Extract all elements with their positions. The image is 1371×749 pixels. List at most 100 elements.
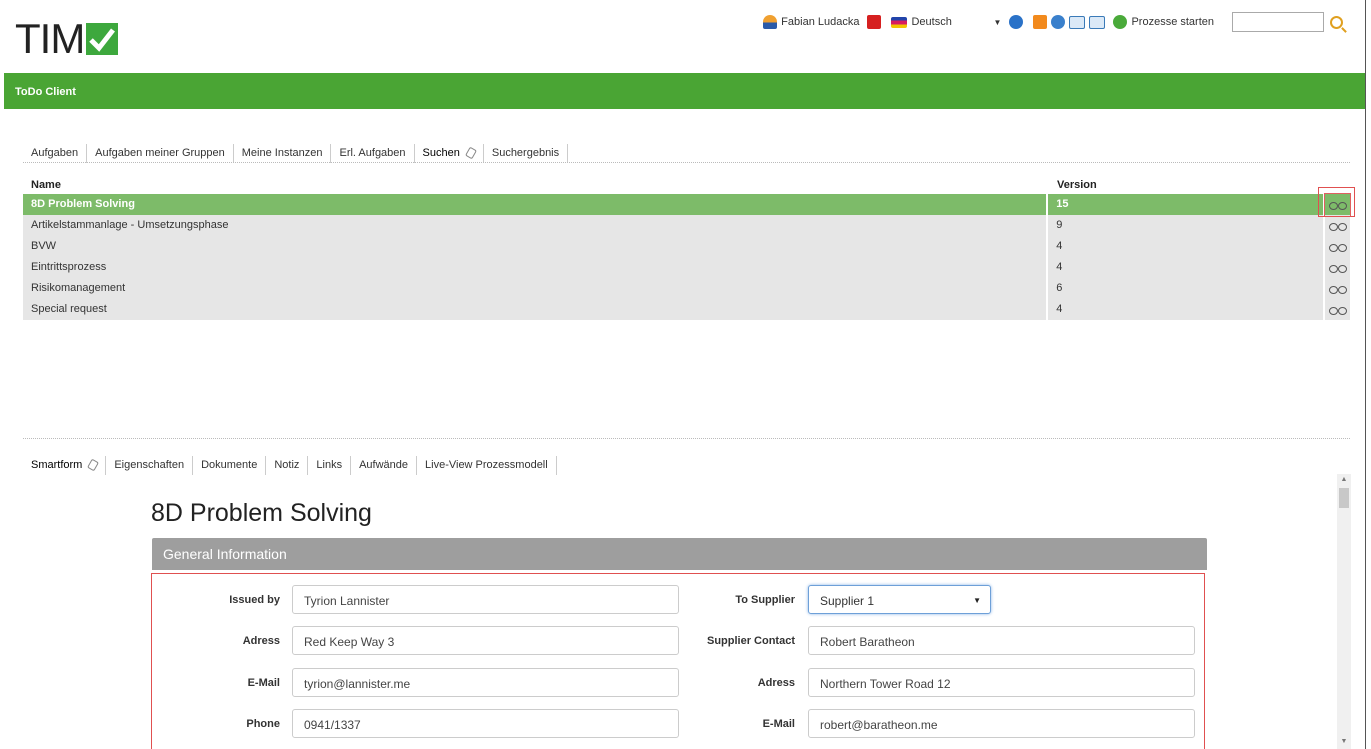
- email-field[interactable]: tyrion@lannister.me: [292, 668, 679, 697]
- search-input[interactable]: [1232, 12, 1324, 32]
- to-supplier-value: Supplier 1: [820, 594, 875, 608]
- glasses-icon: [1328, 263, 1347, 273]
- table-header: Name Version: [23, 175, 1350, 194]
- tab-live-view[interactable]: Live-View Prozessmodell: [417, 456, 557, 475]
- language-select[interactable]: Deutsch ▼: [891, 16, 1001, 28]
- table-row[interactable]: BVW 4: [23, 236, 1350, 257]
- pane-divider: [23, 438, 1350, 439]
- adress-field[interactable]: Red Keep Way 3: [292, 626, 679, 655]
- tab-smartform-label: Smartform: [31, 459, 83, 471]
- tab-smartform[interactable]: Smartform: [23, 456, 107, 475]
- chevron-down-icon: ▼: [993, 17, 1002, 27]
- cell-name: 8D Problem Solving: [23, 194, 1047, 215]
- logo-text: TIM: [15, 15, 85, 62]
- adress-label: Adress: [242, 635, 280, 647]
- table-row[interactable]: 8D Problem Solving 15: [23, 193, 1351, 216]
- app-title-bar: ToDo Client: [4, 73, 1365, 109]
- view-action[interactable]: [1325, 278, 1350, 299]
- glasses-icon: [1328, 221, 1347, 231]
- scroll-down-icon[interactable]: ▼: [1337, 738, 1351, 745]
- supplier-email-field[interactable]: robert@baratheon.me: [808, 709, 1195, 738]
- tim-logo[interactable]: TIM: [15, 15, 119, 62]
- tab-efforts[interactable]: Aufwände: [351, 456, 418, 475]
- cell-name: Special request: [23, 299, 1047, 320]
- main-tabs: Aufgaben Aufgaben meiner Gruppen Meine I…: [23, 144, 569, 163]
- help-icon[interactable]: [1051, 15, 1066, 29]
- user-icon: [763, 15, 778, 29]
- tab-note[interactable]: Notiz: [266, 456, 309, 475]
- supplier-contact-label: Supplier Contact: [706, 635, 795, 647]
- start-process-icon[interactable]: [1113, 15, 1128, 29]
- table-row[interactable]: Eintrittsprozess 4: [23, 257, 1350, 278]
- phone-label: Phone: [246, 718, 280, 730]
- section-header[interactable]: General Information: [152, 538, 1207, 570]
- column-header-name[interactable]: Name: [23, 175, 1049, 194]
- glasses-icon: [1328, 284, 1347, 294]
- issued-by-field[interactable]: Tyrion Lannister: [292, 585, 679, 614]
- cell-version: 9: [1048, 215, 1324, 236]
- cell-name: Eintrittsprozess: [23, 257, 1047, 278]
- info-icon[interactable]: [1009, 15, 1024, 29]
- table-row[interactable]: Artikelstammanlage - Umsetzungsphase 9: [23, 215, 1350, 236]
- cell-version: 4: [1048, 257, 1324, 278]
- tab-my-instances[interactable]: Meine Instanzen: [234, 144, 332, 163]
- view-action[interactable]: [1325, 257, 1350, 278]
- view-action[interactable]: [1325, 236, 1350, 257]
- supplier-email-label: E-Mail: [762, 718, 795, 730]
- pin-icon[interactable]: [87, 458, 100, 472]
- form-row: Adress Red Keep Way 3 Supplier Contact R…: [152, 626, 1206, 656]
- form-scrollbar[interactable]: ▲ ▼: [1337, 474, 1351, 749]
- to-supplier-select[interactable]: Supplier 1 ▼: [808, 585, 991, 614]
- column-header-version[interactable]: Version: [1049, 175, 1324, 194]
- scroll-thumb[interactable]: [1339, 488, 1349, 508]
- window-border: [1365, 0, 1366, 749]
- logout-icon[interactable]: [867, 15, 882, 29]
- cell-name: Risikomanagement: [23, 278, 1047, 299]
- language-value: Deutsch: [911, 16, 952, 28]
- start-processes-link[interactable]: Prozesse starten: [1131, 16, 1214, 28]
- form-row: Issued by Tyrion Lannister To Supplier S…: [152, 585, 1206, 615]
- app-title: ToDo Client: [15, 86, 76, 98]
- supplier-adress-field[interactable]: Northern Tower Road 12: [808, 668, 1195, 697]
- view-action[interactable]: [1325, 215, 1350, 236]
- supplier-contact-field[interactable]: Robert Baratheon: [808, 626, 1195, 655]
- chevron-down-icon: ▼: [973, 596, 981, 605]
- tab-search-results[interactable]: Suchergebnis: [484, 144, 569, 163]
- highlight-box: [1318, 187, 1355, 217]
- tab-search-label: Suchen: [422, 147, 460, 159]
- tab-properties[interactable]: Eigenschaften: [106, 456, 194, 475]
- email-label: E-Mail: [247, 677, 280, 689]
- tab-group-tasks[interactable]: Aufgaben meiner Gruppen: [87, 144, 234, 163]
- glasses-icon: [1328, 305, 1347, 315]
- issued-by-label: Issued by: [229, 594, 280, 606]
- split-view-icon[interactable]: [1069, 15, 1086, 29]
- cell-version: 6: [1048, 278, 1324, 299]
- table-row[interactable]: Risikomanagement 6: [23, 278, 1350, 299]
- tab-aufgaben[interactable]: Aufgaben: [23, 144, 88, 163]
- cell-name: Artikelstammanlage - Umsetzungsphase: [23, 215, 1047, 236]
- table-row[interactable]: Special request 4: [23, 299, 1350, 320]
- pin-icon[interactable]: [464, 146, 477, 160]
- cell-version: 4: [1048, 299, 1324, 320]
- tab-links[interactable]: Links: [308, 456, 352, 475]
- tab-done-tasks[interactable]: Erl. Aufgaben: [331, 144, 415, 163]
- header-toolbar: Fabian Ludacka Deutsch ▼ Prozesse starte…: [763, 12, 1343, 32]
- window-icon[interactable]: [1089, 15, 1106, 29]
- search-icon[interactable]: [1330, 15, 1343, 29]
- cell-version: 4: [1048, 236, 1324, 257]
- general-info-form: Issued by Tyrion Lannister To Supplier S…: [151, 573, 1205, 749]
- view-action[interactable]: [1325, 299, 1350, 320]
- tab-search[interactable]: Suchen: [415, 144, 484, 163]
- logo-check-icon: [86, 23, 119, 55]
- cell-name: BVW: [23, 236, 1047, 257]
- scroll-up-icon[interactable]: ▲: [1337, 476, 1351, 483]
- top-header: TIM Fabian Ludacka Deutsch ▼ Prozesse st…: [0, 0, 1371, 73]
- phone-field[interactable]: 0941/1337: [292, 709, 679, 738]
- tab-documents[interactable]: Dokumente: [193, 456, 267, 475]
- rss-icon[interactable]: [1033, 15, 1048, 29]
- user-name-link[interactable]: Fabian Ludacka: [781, 16, 859, 28]
- cell-version: 15: [1048, 194, 1324, 215]
- form-row: E-Mail tyrion@lannister.me Adress Northe…: [152, 668, 1206, 698]
- form-row: Phone 0941/1337 E-Mail robert@baratheon.…: [152, 709, 1206, 739]
- supplier-adress-label: Adress: [757, 677, 795, 689]
